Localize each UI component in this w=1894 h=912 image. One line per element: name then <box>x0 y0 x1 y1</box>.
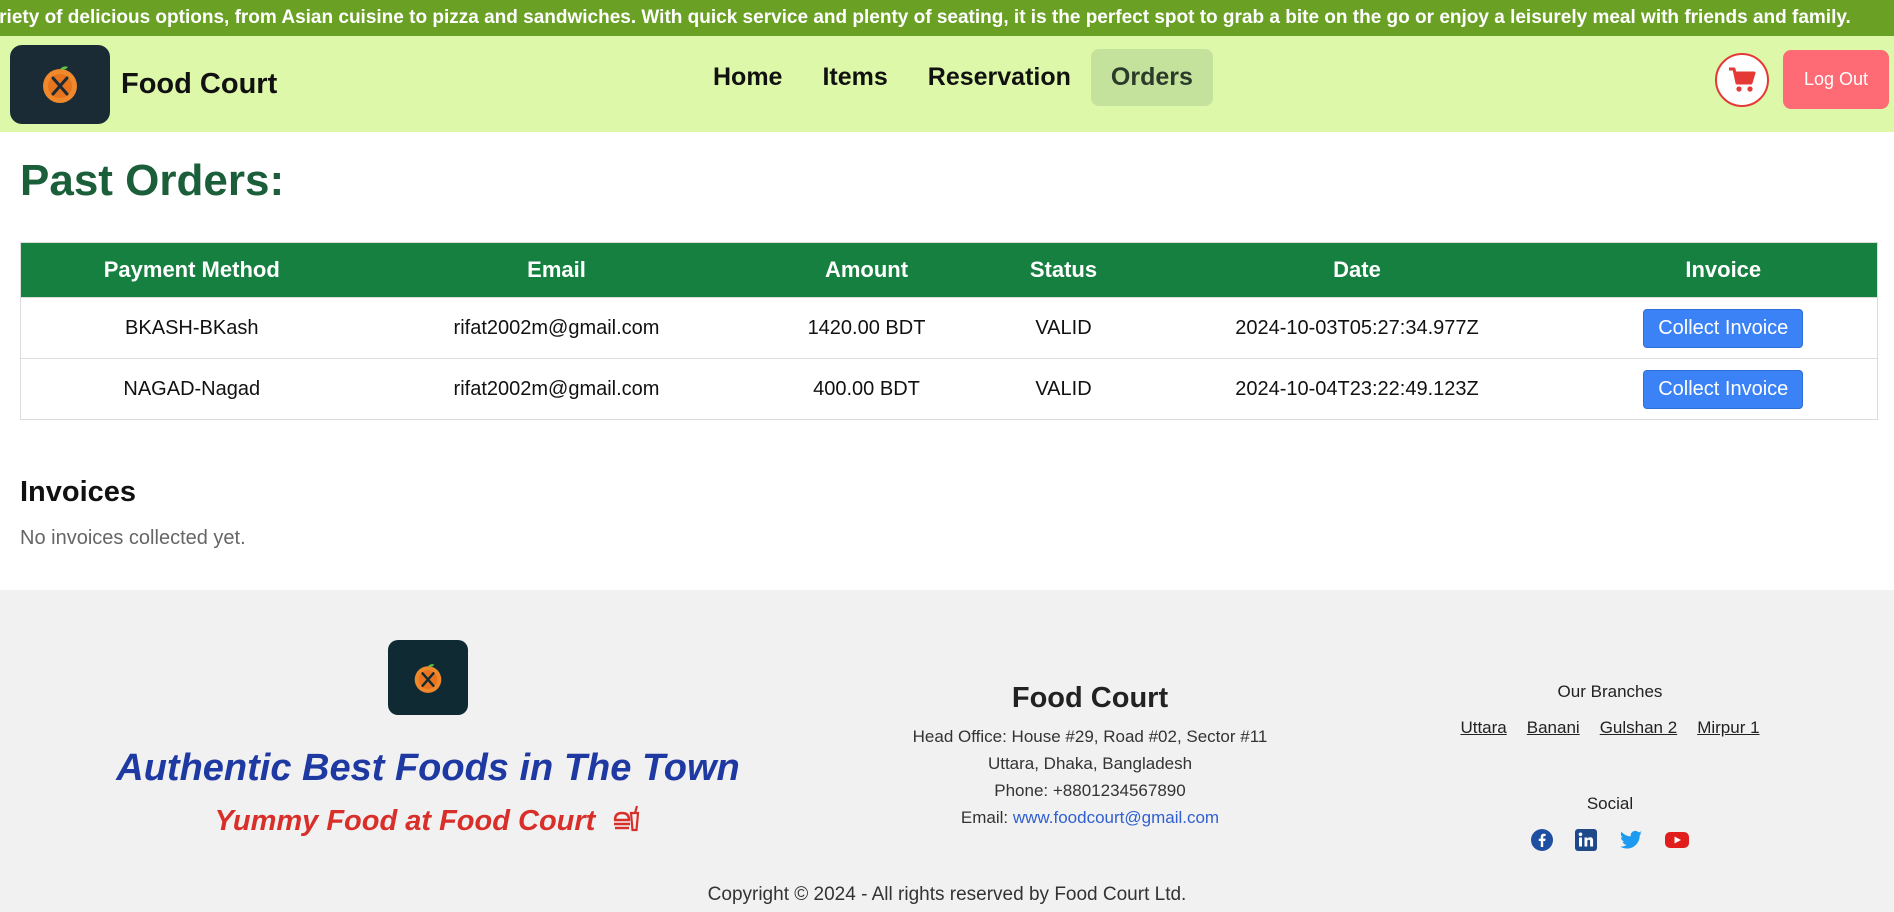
logout-button[interactable]: Log Out <box>1783 50 1889 109</box>
cell-amount: 400.00 BDT <box>750 358 983 420</box>
nav-orders[interactable]: Orders <box>1090 49 1213 106</box>
branch-link-banani[interactable]: Banani <box>1527 718 1580 738</box>
cell-email: rifat2002m@gmail.com <box>362 297 751 359</box>
footer-name: Food Court <box>1011 682 1169 714</box>
food-logo-icon <box>43 66 77 103</box>
burger-drink-icon <box>614 805 640 832</box>
table-row: NAGAD-Nagad rifat2002m@gmail.com 400.00 … <box>20 358 1878 420</box>
cell-status: VALID <box>982 297 1145 359</box>
footer-phone: Phone: +8801234567890 <box>994 781 1186 800</box>
brand-name: Food Court <box>121 67 278 100</box>
collect-invoice-button[interactable]: Collect Invoice <box>1643 308 1804 348</box>
footer-address-2: Uttara, Dhaka, Bangladesh <box>987 754 1193 773</box>
footer-tagline: Authentic Best Foods in The Town <box>116 747 740 789</box>
marquee-ticker: ts a variety of delicious options, from … <box>0 0 1894 36</box>
footer-email-label: Email: <box>960 808 1009 827</box>
cell-method: BKASH-BKash <box>20 297 363 359</box>
orders-table: Payment Method Email Amount Status Date … <box>20 242 1878 420</box>
youtube-icon[interactable] <box>1664 828 1690 852</box>
cart-icon <box>1729 67 1756 92</box>
footer-logo <box>388 640 468 715</box>
footer-subtagline-text: Yummy Food at Food Court <box>214 805 596 837</box>
cell-method: NAGAD-Nagad <box>20 358 363 420</box>
food-logo-icon <box>414 663 442 693</box>
cart-button[interactable] <box>1715 52 1769 107</box>
page-title: Past Orders: <box>20 156 285 205</box>
logo <box>10 44 110 124</box>
social-links <box>1440 828 1780 852</box>
branch-link-uttara[interactable]: Uttara <box>1460 718 1506 738</box>
footer-email-link[interactable]: www.foodcourt@gmail.com <box>1013 808 1219 827</box>
footer-subtagline: Yummy Food at Food Court <box>100 804 756 838</box>
cell-amount: 1420.00 BDT <box>750 297 983 359</box>
copyright: Copyright © 2024 - All rights reserved b… <box>707 884 1187 905</box>
footer-brand-column: Authentic Best Foods in The Town Yummy F… <box>100 640 756 838</box>
nav-links: Home Items Reservation Orders <box>693 49 1213 106</box>
cell-date: 2024-10-03T05:27:34.977Z <box>1144 297 1570 359</box>
nav-actions: Log Out <box>1715 50 1889 109</box>
col-payment-method: Payment Method <box>20 242 363 298</box>
invoices-empty-text: No invoices collected yet. <box>20 527 246 549</box>
cell-status: VALID <box>982 358 1145 420</box>
facebook-icon[interactable] <box>1530 828 1554 852</box>
navbar: Food Court Home Items Reservation Orders… <box>0 36 1894 132</box>
table-header-row: Payment Method Email Amount Status Date … <box>20 242 1878 298</box>
nav-items[interactable]: Items <box>802 49 907 106</box>
twitter-icon[interactable] <box>1618 828 1644 852</box>
branch-link-mirpur-1[interactable]: Mirpur 1 <box>1697 718 1759 738</box>
invoices-heading: Invoices <box>20 476 137 508</box>
col-status: Status <box>982 242 1145 298</box>
nav-home[interactable]: Home <box>693 49 802 106</box>
footer-address-1: Head Office: House #29, Road #02, Sector… <box>912 727 1268 746</box>
footer-contact-column: Food Court Head Office: House #29, Road … <box>840 682 1340 828</box>
social-title: Social <box>1586 794 1634 813</box>
col-amount: Amount <box>750 242 983 298</box>
table-row: BKASH-BKash rifat2002m@gmail.com 1420.00… <box>20 297 1878 359</box>
col-email: Email <box>362 242 751 298</box>
branches-title: Our Branches <box>1557 682 1663 701</box>
cell-date: 2024-10-04T23:22:49.123Z <box>1144 358 1570 420</box>
col-date: Date <box>1144 242 1570 298</box>
footer: Authentic Best Foods in The Town Yummy F… <box>0 590 1894 912</box>
cell-invoice: Collect Invoice <box>1569 358 1878 420</box>
cell-email: rifat2002m@gmail.com <box>362 358 751 420</box>
footer-email: Email: www.foodcourt@gmail.com <box>840 808 1340 828</box>
ticker-text: ts a variety of delicious options, from … <box>0 7 1851 28</box>
branch-link-gulshan-2[interactable]: Gulshan 2 <box>1600 718 1678 738</box>
col-invoice: Invoice <box>1569 242 1878 298</box>
nav-reservation[interactable]: Reservation <box>908 49 1091 106</box>
footer-links-column: Our Branches Uttara Banani Gulshan 2 Mir… <box>1440 682 1780 852</box>
linkedin-icon[interactable] <box>1574 828 1598 852</box>
cell-invoice: Collect Invoice <box>1569 297 1878 359</box>
main-content: Past Orders: Payment Method Email Amount… <box>0 156 1894 550</box>
collect-invoice-button[interactable]: Collect Invoice <box>1643 369 1804 409</box>
brand[interactable]: Food Court <box>10 44 278 124</box>
branches-list: Uttara Banani Gulshan 2 Mirpur 1 <box>1440 718 1780 738</box>
